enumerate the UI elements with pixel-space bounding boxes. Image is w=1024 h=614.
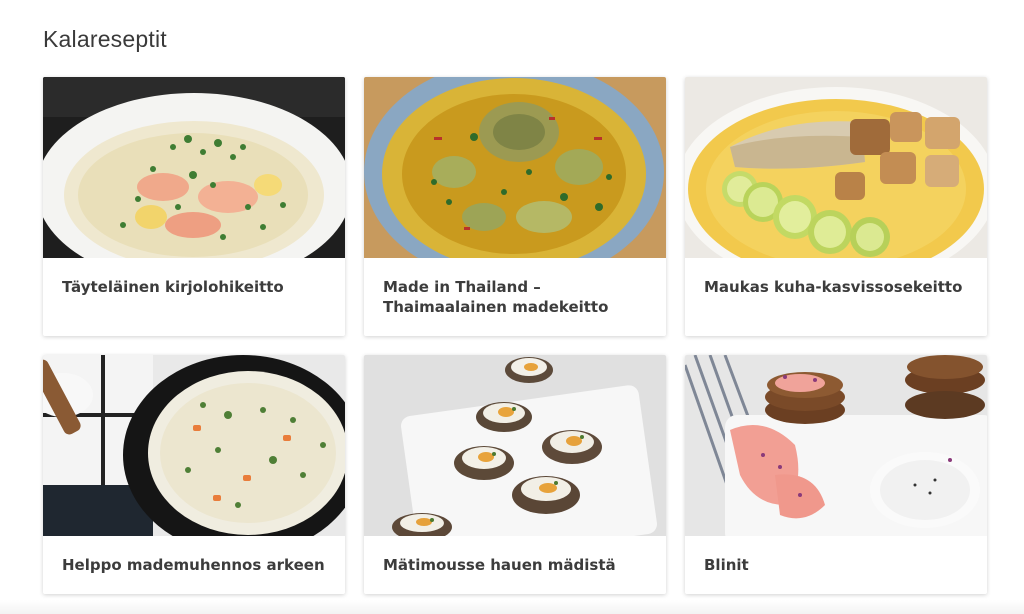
recipe-title[interactable]: Täyteläinen kirjolohikeitto [43,258,345,297]
roe-mousse-canapes-image [364,355,666,536]
recipe-title[interactable]: Mätimousse hauen mädistä [364,536,666,575]
recipe-image[interactable] [685,355,987,536]
blini-image [685,355,987,536]
recipe-card[interactable]: Blinit [685,355,987,594]
recipe-title[interactable]: Maukas kuha-kasvissosekeitto [685,258,987,297]
pikeperch-puree-soup-image [685,77,987,258]
recipe-title[interactable]: Blinit [685,536,987,575]
recipe-card[interactable]: Maukas kuha-kasvissosekeitto [685,77,987,336]
salmon-soup-image [43,77,345,258]
bottom-fade [0,600,1024,614]
section-title: Kalareseptit [43,26,167,52]
recipe-title[interactable]: Made in Thailand – Thaimaalainen madekei… [364,258,666,317]
recipe-image[interactable] [43,355,345,536]
recipe-title[interactable]: Helppo mademuhennos arkeen [43,536,345,575]
thai-fish-curry-image [364,77,666,258]
recipe-card[interactable]: Made in Thailand – Thaimaalainen madekei… [364,77,666,336]
recipe-card[interactable]: Täyteläinen kirjolohikeitto [43,77,345,336]
recipe-image[interactable] [43,77,345,258]
recipe-card[interactable]: Helppo mademuhennos arkeen [43,355,345,594]
recipe-image[interactable] [685,77,987,258]
recipe-image[interactable] [364,355,666,536]
recipe-image[interactable] [364,77,666,258]
recipe-card[interactable]: Mätimousse hauen mädistä [364,355,666,594]
burbot-stew-image [43,355,345,536]
